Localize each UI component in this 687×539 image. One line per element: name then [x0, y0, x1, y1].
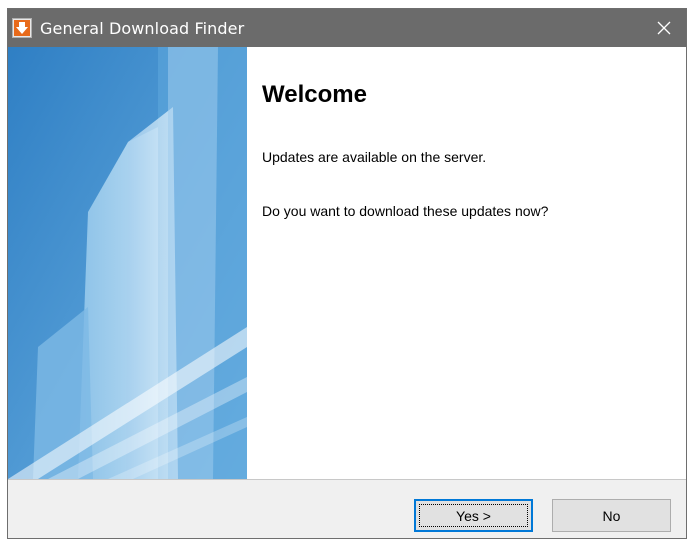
close-button[interactable]: [642, 9, 686, 47]
title-bar[interactable]: General Download Finder: [8, 9, 686, 47]
focus-rectangle: [419, 504, 528, 527]
page-title: Welcome: [262, 81, 367, 108]
updates-available-text: Updates are available on the server.: [262, 149, 487, 165]
no-button-label: No: [602, 507, 621, 524]
button-bar: Yes > No: [8, 479, 686, 538]
yes-button[interactable]: Yes >: [414, 499, 533, 532]
wizard-content: Welcome Updates are available on the ser…: [247, 47, 686, 479]
close-icon: [657, 21, 671, 35]
wizard-side-image: [8, 47, 247, 479]
download-arrow-icon: [12, 18, 32, 38]
dialog-window: General Download Finder Welcome Updates …: [7, 8, 687, 539]
no-button[interactable]: No: [552, 499, 671, 532]
download-prompt-text: Do you want to download these updates no…: [262, 203, 549, 219]
window-title: General Download Finder: [40, 19, 245, 38]
